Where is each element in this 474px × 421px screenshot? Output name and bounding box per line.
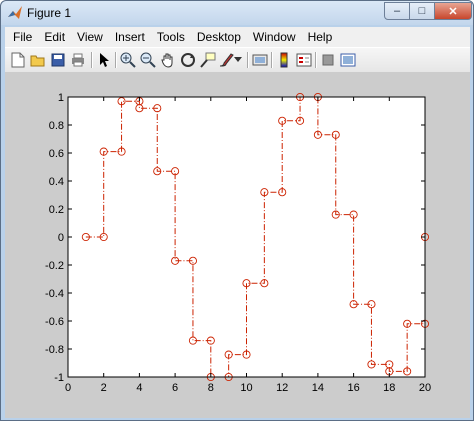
data-cursor-icon: [200, 52, 216, 68]
plot-area[interactable]: 0 2 4 6 8 10 12 14 16 18 20 1 0.8 0.6 0.4 0.2 0 -0.2 -0.4 -…: [5, 72, 470, 418]
show-plot-tools-icon: [340, 53, 356, 67]
open-file-button[interactable]: [29, 51, 47, 69]
minimize-icon: ‒: [393, 5, 401, 17]
insert-legend-button[interactable]: [295, 51, 313, 69]
x-tick-label: 14: [312, 382, 324, 394]
y-tick-label: 0.4: [49, 176, 64, 188]
zoom-out-icon: [140, 52, 156, 68]
link-plot-icon: [252, 54, 268, 66]
figure-canvas: 0 2 4 6 8 10 12 14 16 18 20 1 0.8 0.6 0.4 0.2 0 -0.2 -0.4 -…: [5, 72, 470, 418]
brush-dropdown[interactable]: [233, 51, 243, 69]
print-icon: [72, 53, 84, 67]
x-tick-label: 2: [101, 382, 107, 394]
y-tick-label: -0.6: [45, 316, 64, 328]
figure-toolbar: [5, 47, 470, 73]
x-tick-label: 18: [383, 382, 395, 394]
rotate-3d-button[interactable]: [179, 51, 197, 69]
menu-file[interactable]: File: [13, 30, 32, 44]
edit-plot-button[interactable]: [95, 51, 113, 69]
y-tick-label: 0.6: [49, 148, 64, 160]
title-bar[interactable]: Figure 1 ‒ □ ✕: [1, 1, 473, 25]
edit-plot-arrow-icon: [100, 53, 109, 67]
x-tick-label: 8: [208, 382, 214, 394]
y-tick-label: 1: [58, 92, 64, 104]
link-plot-button[interactable]: [251, 51, 269, 69]
pan-button[interactable]: [159, 51, 177, 69]
y-tick-label: 0.2: [49, 204, 64, 216]
y-tick-label: -0.8: [45, 344, 64, 356]
x-tick-label: 4: [136, 382, 142, 394]
menu-insert[interactable]: Insert: [115, 30, 145, 44]
menu-window[interactable]: Window: [253, 30, 296, 44]
toolbar-separator: [271, 52, 273, 68]
zoom-in-icon: [120, 52, 136, 68]
menu-bar: File Edit View Insert Tools Desktop Wind…: [5, 27, 470, 47]
new-figure-button[interactable]: [9, 51, 27, 69]
x-tick-label: 16: [347, 382, 359, 394]
brush-icon: [219, 53, 234, 67]
zoom-in-button[interactable]: [119, 51, 137, 69]
insert-legend-icon: [296, 53, 312, 67]
close-icon: ✕: [448, 5, 458, 18]
toolbar-separator: [315, 52, 317, 68]
toolbar-separator: [115, 52, 117, 68]
x-tick-label: 12: [276, 382, 288, 394]
figure-window: Figure 1 ‒ □ ✕ File Edit View Insert Too…: [0, 0, 474, 421]
save-button[interactable]: [49, 51, 67, 69]
menu-tools[interactable]: Tools: [157, 30, 185, 44]
data-cursor-button[interactable]: [199, 51, 217, 69]
show-plot-tools-button[interactable]: [339, 51, 357, 69]
toolbar-separator: [91, 52, 93, 68]
x-tick-label: 6: [172, 382, 178, 394]
y-tick-label: -0.4: [45, 288, 64, 300]
new-figure-icon: [11, 52, 25, 68]
x-tick-label: 20: [419, 382, 431, 394]
menu-view[interactable]: View: [77, 30, 103, 44]
x-tick-label: 10: [240, 382, 252, 394]
minimize-button[interactable]: ‒: [384, 2, 410, 20]
rotate-3d-icon: [181, 53, 195, 67]
x-tick-label: 0: [65, 382, 71, 394]
maximize-button[interactable]: □: [409, 2, 435, 20]
matlab-logo-icon: [8, 6, 22, 19]
menu-edit[interactable]: Edit: [44, 30, 65, 44]
zoom-out-button[interactable]: [139, 51, 157, 69]
maximize-icon: □: [418, 5, 426, 17]
hide-plot-tools-button[interactable]: [319, 51, 337, 69]
open-file-icon: [30, 55, 45, 67]
hide-plot-tools-icon: [322, 54, 334, 66]
y-tick-label: -1: [54, 372, 64, 384]
brush-dropdown-icon: [234, 57, 242, 62]
insert-colorbar-icon: [280, 52, 288, 68]
print-button[interactable]: [69, 51, 87, 69]
insert-colorbar-button[interactable]: [275, 51, 293, 69]
y-tick-label: 0: [58, 232, 64, 244]
close-button[interactable]: ✕: [434, 2, 472, 20]
menu-desktop[interactable]: Desktop: [197, 30, 241, 44]
menu-help[interactable]: Help: [308, 30, 333, 44]
window-title: Figure 1: [27, 6, 72, 20]
y-tick-label: 0.8: [49, 120, 64, 132]
toolbar-separator: [247, 52, 249, 68]
y-tick-label: -0.2: [45, 260, 64, 272]
save-icon: [51, 53, 65, 67]
pan-hand-icon: [161, 53, 173, 68]
